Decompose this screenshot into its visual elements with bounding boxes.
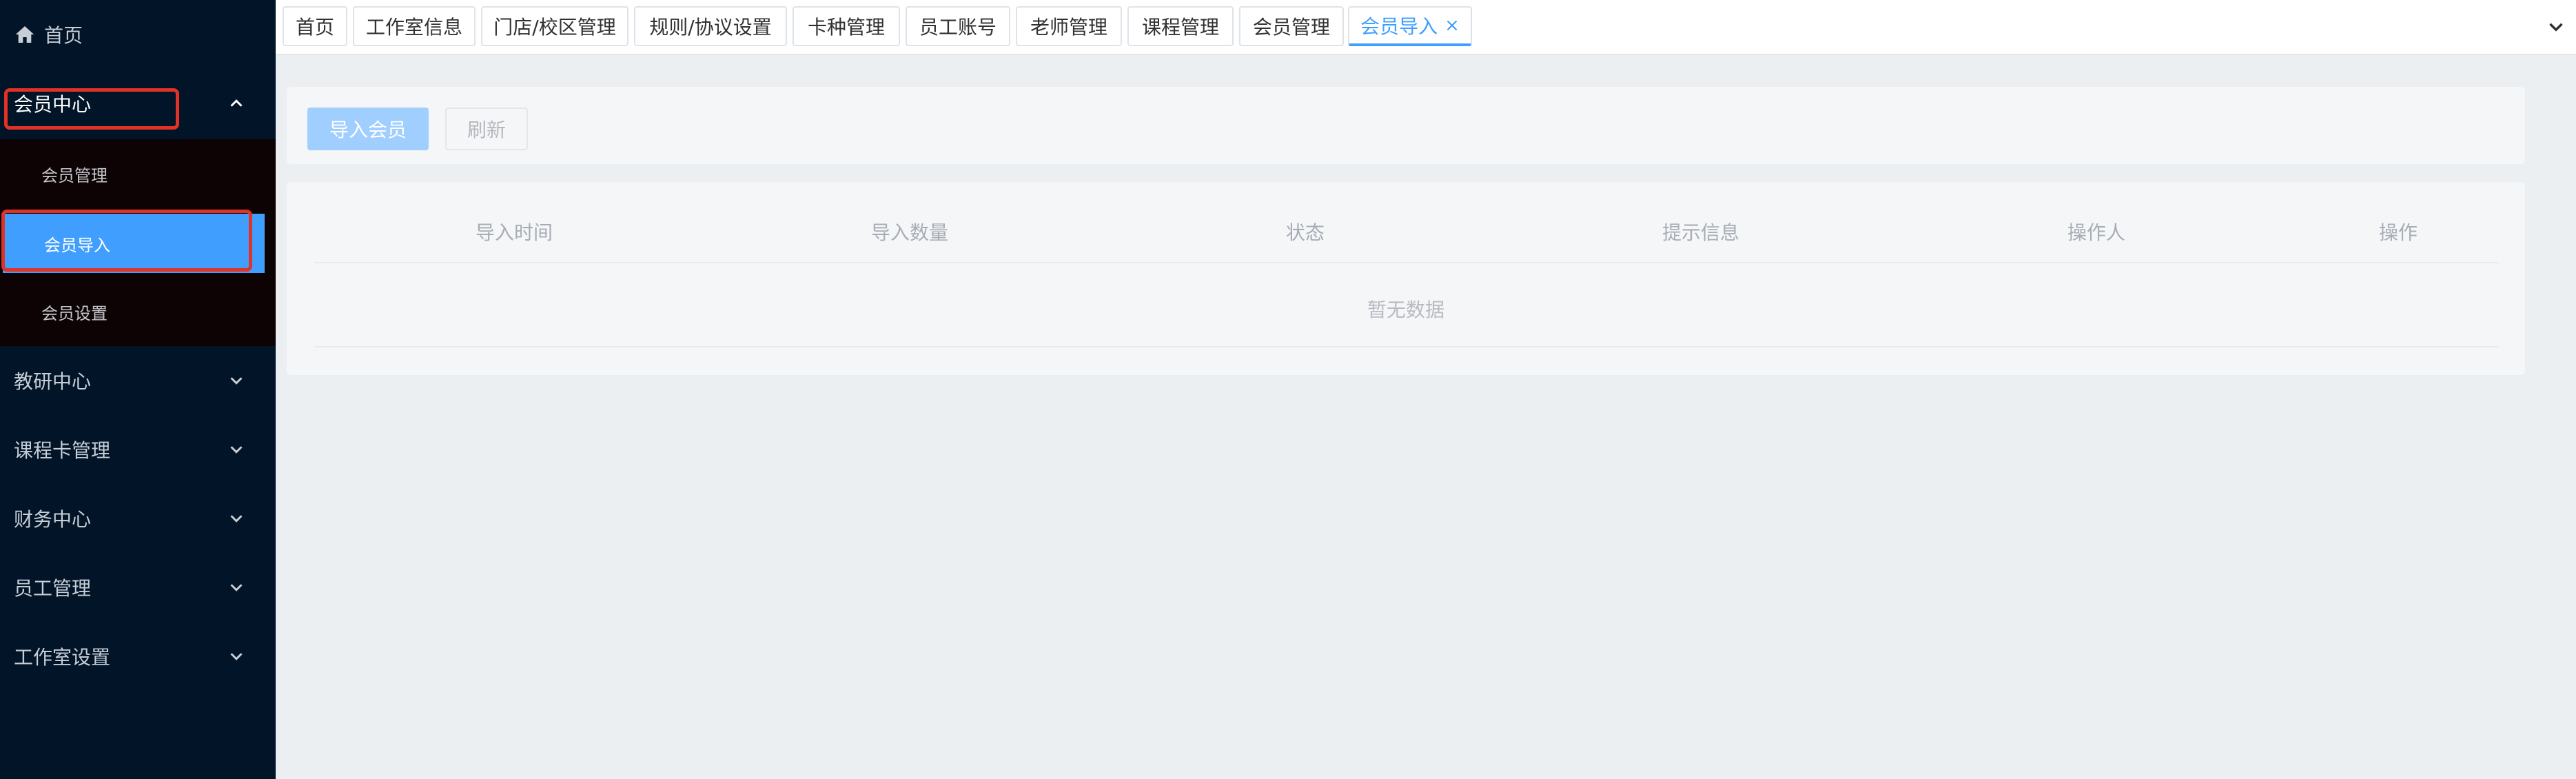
sidebar: 首页 会员中心 会员管理 会员导入 会员设置 教研中心 课程卡管理 财务中心 员… — [0, 0, 276, 779]
sidebar-item-member-import[interactable]: 会员导入 — [3, 214, 265, 273]
column-header-import-count: 导入数量 — [870, 221, 949, 244]
chevron-down-icon — [230, 584, 243, 591]
home-icon — [15, 26, 34, 43]
table-header: 导入时间 导入数量 状态 提示信息 操作人 操作 — [314, 211, 2499, 252]
table-header-divider — [314, 262, 2499, 263]
table-bottom-divider — [314, 346, 2499, 347]
chevron-up-icon — [230, 99, 243, 107]
refresh-button[interactable]: 刷新 — [445, 108, 528, 150]
sidebar-item-member-settings[interactable]: 会员设置 — [0, 277, 276, 346]
import-members-button[interactable]: 导入会员 — [307, 108, 429, 150]
sidebar-group-label: 财务中心 — [14, 508, 92, 531]
close-icon[interactable]: × — [1444, 15, 1460, 36]
sidebar-group-finance-center[interactable]: 财务中心 — [0, 484, 276, 553]
sidebar-item-home[interactable]: 首页 — [0, 0, 276, 69]
sidebar-group-course-card[interactable]: 课程卡管理 — [0, 415, 276, 484]
tab-label: 工作室信息 — [365, 16, 462, 39]
tab-staff-accounts[interactable]: 员工账号 — [906, 6, 1010, 46]
sidebar-group-member-center[interactable]: 会员中心 — [0, 69, 276, 138]
submenu-label: 会员管理 — [41, 165, 108, 185]
tab-label: 会员导入 — [1360, 15, 1438, 38]
sidebar-group-research-center[interactable]: 教研中心 — [0, 346, 276, 415]
sidebar-item-member-management[interactable]: 会员管理 — [0, 139, 276, 208]
tab-teacher-management[interactable]: 老师管理 — [1016, 6, 1122, 46]
tab-label: 首页 — [295, 16, 334, 39]
sidebar-group-studio-settings[interactable]: 工作室设置 — [0, 622, 276, 691]
column-header-status: 状态 — [1285, 221, 1325, 244]
sidebar-group-label: 教研中心 — [14, 370, 92, 393]
submenu-label: 会员设置 — [41, 303, 108, 323]
tab-home[interactable]: 首页 — [283, 6, 347, 46]
chevron-down-icon — [230, 515, 243, 523]
column-header-import-time: 导入时间 — [475, 221, 553, 244]
tabs-dropdown-icon[interactable] — [2544, 15, 2568, 39]
empty-state-text: 暂无数据 — [1367, 299, 1444, 321]
tab-label: 卡种管理 — [807, 16, 885, 39]
tab-card-types[interactable]: 卡种管理 — [793, 6, 900, 46]
sidebar-group-label: 工作室设置 — [14, 646, 111, 669]
import-records-table: 导入时间 导入数量 状态 提示信息 操作人 操作 暂无数据 — [287, 182, 2525, 375]
sidebar-group-label: 员工管理 — [14, 577, 92, 600]
member-submenu: 会员管理 会员导入 会员设置 — [0, 139, 276, 346]
tab-rules-agreement[interactable]: 规则/协议设置 — [634, 6, 787, 46]
tab-label: 课程管理 — [1141, 16, 1219, 39]
sidebar-group-label: 会员中心 — [14, 93, 92, 116]
tab-label: 会员管理 — [1252, 16, 1330, 39]
column-header-message: 提示信息 — [1662, 221, 1740, 244]
tab-member-management[interactable]: 会员管理 — [1239, 6, 1344, 46]
toolbar-card: 导入会员 刷新 — [287, 87, 2525, 164]
tab-label: 老师管理 — [1030, 16, 1107, 39]
tab-label: 员工账号 — [919, 16, 996, 39]
tab-label: 规则/协议设置 — [649, 16, 772, 39]
column-header-operator: 操作人 — [2067, 221, 2126, 244]
chevron-down-icon — [230, 377, 243, 385]
sidebar-item-label: 首页 — [44, 24, 83, 47]
tab-course-management[interactable]: 课程管理 — [1127, 6, 1234, 46]
tab-studio-info[interactable]: 工作室信息 — [353, 6, 476, 46]
submenu-label: 会员导入 — [44, 235, 110, 255]
tab-label: 门店/校区管理 — [493, 16, 616, 39]
chevron-down-icon — [230, 653, 243, 660]
app-root: 首页 会员中心 会员管理 会员导入 会员设置 教研中心 课程卡管理 财务中心 员… — [0, 0, 2576, 779]
sidebar-group-label: 课程卡管理 — [14, 439, 111, 462]
column-header-actions: 操作 — [2378, 221, 2418, 244]
sidebar-group-staff-management[interactable]: 员工管理 — [0, 553, 276, 622]
chevron-down-icon — [230, 446, 243, 454]
tab-bar: 首页 工作室信息 门店/校区管理 规则/协议设置 卡种管理 员工账号 老师管理 … — [276, 0, 2576, 55]
tab-member-import[interactable]: 会员导入 × — [1348, 6, 1472, 46]
tab-store-campus[interactable]: 门店/校区管理 — [481, 6, 628, 46]
